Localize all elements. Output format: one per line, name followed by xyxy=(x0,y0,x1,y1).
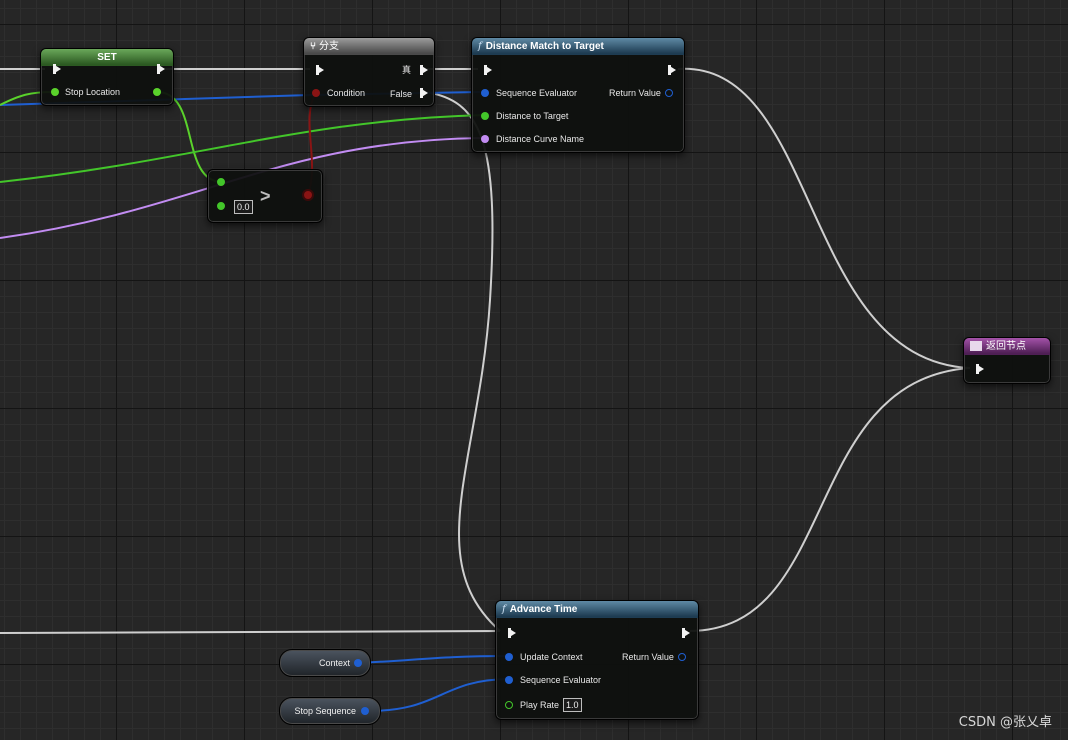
play-rate-value[interactable]: 1.0 xyxy=(563,698,582,712)
distance-to-target-label: Distance to Target xyxy=(496,111,569,121)
greater-than-operator: > xyxy=(260,186,271,206)
exec-in-pin[interactable] xyxy=(508,628,516,638)
return-node[interactable]: 返回节点 xyxy=(963,337,1051,384)
advance-time-title: Advance Time xyxy=(509,604,578,615)
exec-wire xyxy=(677,67,971,369)
sequence-evaluator-in-pin[interactable] xyxy=(505,676,513,684)
branch-node[interactable]: ⑂ 分支 真 Condition False xyxy=(303,37,435,107)
exec-wire xyxy=(424,91,501,632)
branch-icon: ⑂ xyxy=(310,41,316,52)
compare-b-in-pin[interactable] xyxy=(217,202,225,210)
branch-node-header: ⑂ 分支 xyxy=(304,38,434,55)
context-variable-label: Context xyxy=(318,658,350,668)
play-rate-in-pin[interactable] xyxy=(505,701,513,709)
false-exec-out-pin[interactable] xyxy=(420,88,428,98)
condition-in-pin[interactable] xyxy=(312,89,320,97)
sequence-evaluator-in-pin[interactable] xyxy=(481,89,489,97)
advance-time-header: f Advance Time xyxy=(496,601,698,618)
condition-label: Condition xyxy=(327,88,366,98)
stop-sequence-variable-node[interactable]: Stop Sequence xyxy=(279,697,381,725)
exec-out-pin[interactable] xyxy=(157,64,165,74)
greater-than-node[interactable]: 0.0 > xyxy=(207,169,323,223)
sequence-evaluator-label: Sequence Evaluator xyxy=(520,675,602,685)
distance-curve-name-label: Distance Curve Name xyxy=(496,134,585,144)
watermark: CSDN @张乂卓 xyxy=(958,715,1052,730)
stop-location-in-pin[interactable] xyxy=(51,88,59,96)
distance-match-node[interactable]: f Distance Match to Target Sequence Evalu… xyxy=(471,37,685,153)
true-exec-out-pin[interactable] xyxy=(420,65,428,75)
exec-in-pin[interactable] xyxy=(976,364,984,374)
true-pin-label: 真 xyxy=(402,65,412,75)
distance-match-title: Distance Match to Target xyxy=(485,41,604,52)
branch-node-title: 分支 xyxy=(319,41,339,52)
sequence-evaluator-label: Sequence Evaluator xyxy=(496,88,578,98)
compare-a-in-pin[interactable] xyxy=(217,178,225,186)
stop-sequence-out-pin[interactable] xyxy=(361,707,369,715)
update-context-in-pin[interactable] xyxy=(505,653,513,661)
return-node-title: 返回节点 xyxy=(986,341,1026,352)
false-pin-label: False xyxy=(390,89,413,99)
update-context-label: Update Context xyxy=(520,652,583,662)
exec-in-pin[interactable] xyxy=(53,64,61,74)
return-value-out-pin[interactable] xyxy=(678,653,686,661)
advance-time-node[interactable]: f Advance Time Update Context Return Valu… xyxy=(495,600,699,720)
return-node-header: 返回节点 xyxy=(964,338,1050,355)
distance-curve-name-in-pin[interactable] xyxy=(481,135,489,143)
set-node[interactable]: SET Stop Location xyxy=(40,48,174,106)
exec-wire xyxy=(0,630,501,634)
exec-in-pin[interactable] xyxy=(316,65,324,75)
return-value-label: Return Value xyxy=(609,88,661,98)
distance-to-target-in-pin[interactable] xyxy=(481,112,489,120)
exec-out-pin[interactable] xyxy=(668,65,676,75)
return-value-label: Return Value xyxy=(622,652,674,662)
return-icon xyxy=(970,341,982,352)
exec-wire xyxy=(689,367,971,632)
play-rate-label: Play Rate xyxy=(520,700,560,710)
context-out-pin[interactable] xyxy=(354,659,362,667)
exec-out-pin[interactable] xyxy=(682,628,690,638)
return-value-out-pin[interactable] xyxy=(665,89,673,97)
context-variable-node[interactable]: Context xyxy=(279,649,371,677)
distance-match-header: f Distance Match to Target xyxy=(472,38,684,55)
exec-in-pin[interactable] xyxy=(484,65,492,75)
compare-result-out-pin[interactable] xyxy=(304,191,312,199)
struct-wire xyxy=(364,678,509,713)
stop-location-out-pin[interactable] xyxy=(153,88,161,96)
compare-b-value[interactable]: 0.0 xyxy=(234,200,253,214)
function-icon: f xyxy=(478,41,482,52)
stop-sequence-variable-label: Stop Sequence xyxy=(294,706,356,716)
stop-location-label: Stop Location xyxy=(65,87,121,97)
function-icon: f xyxy=(502,604,506,615)
struct-wire xyxy=(357,655,509,664)
